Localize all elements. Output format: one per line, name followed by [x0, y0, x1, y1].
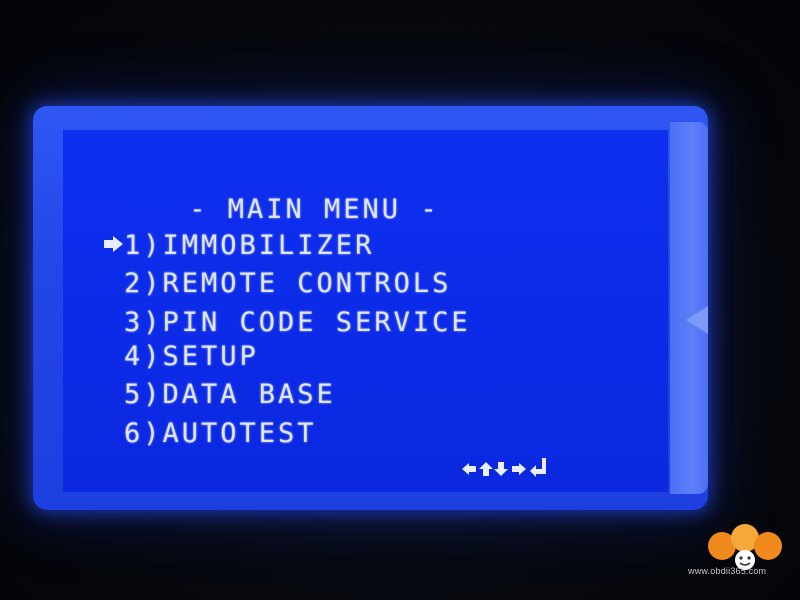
menu-item-setup[interactable]: 4)SETUP [124, 343, 259, 370]
arrow-left-icon [462, 463, 476, 475]
menu-item-autotest[interactable]: 6)AUTOTEST [124, 420, 317, 447]
arrow-up-icon [479, 462, 493, 476]
arrow-right-icon [512, 463, 526, 475]
menu-item-immobilizer[interactable]: 1)IMMOBILIZER [124, 232, 374, 259]
menu-item-data-base[interactable]: 5)DATA BASE [124, 381, 336, 408]
enter-icon [530, 458, 546, 477]
menu-item-pin-code-service[interactable]: 3)PIN CODE SERVICE [124, 309, 471, 336]
watermark-url: www.obdii365.com [688, 566, 767, 576]
menu-item-remote-controls[interactable]: 2)REMOTE CONTROLS [124, 270, 451, 297]
lcd-side-notch [686, 306, 708, 334]
watermark-logo: 365 [708, 524, 782, 570]
arrow-down-icon [494, 462, 508, 476]
navigation-keys-legend [462, 458, 546, 477]
menu-title: - MAIN MENU - [170, 194, 440, 225]
selection-cursor-icon [104, 236, 123, 252]
